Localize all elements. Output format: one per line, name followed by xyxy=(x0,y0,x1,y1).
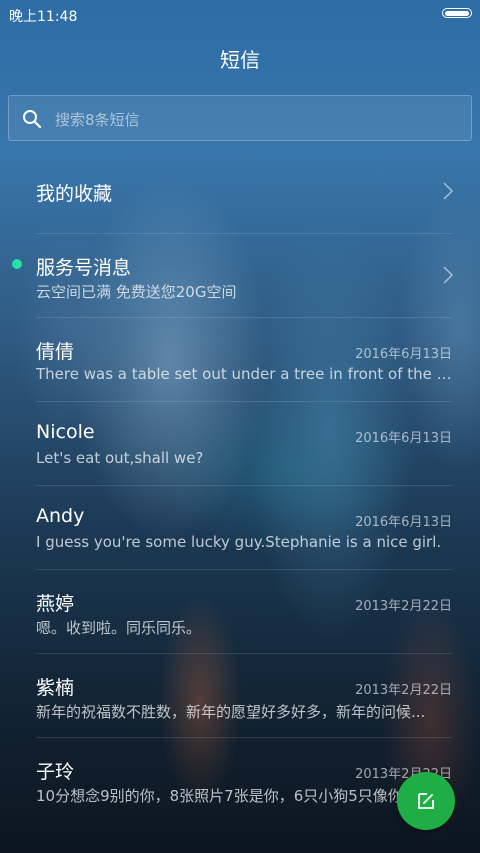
service-messages-row[interactable]: 服务号消息 云空间已满 免费送您20G空间 xyxy=(0,234,480,318)
favorites-row[interactable]: 我的收藏 xyxy=(0,150,480,234)
conversation-row[interactable]: 燕婷 2013年2月22日 嗯。收到啦。同乐同乐。 xyxy=(0,570,480,654)
status-bar: 晚上11:48 xyxy=(0,0,480,28)
conversation-name: Andy xyxy=(36,505,85,527)
conversation-name: 燕婷 xyxy=(36,593,75,615)
conversation-name: 紫楠 xyxy=(36,677,75,699)
battery-icon xyxy=(442,8,472,18)
conversation-date: 2016年6月13日 xyxy=(355,515,452,530)
conversation-preview: Let's eat out,shall we? xyxy=(36,449,204,467)
search-input[interactable]: 搜索8条短信 xyxy=(8,95,472,141)
conversation-preview: 云空间已满 免费送您20G空间 xyxy=(36,283,237,301)
conversation-date: 2013年2月22日 xyxy=(355,683,452,698)
search-placeholder: 搜索8条短信 xyxy=(55,111,140,129)
messages-screen: 晚上11:48 短信 搜索8条短信 我的收藏 服务号消息 云空间已满 免费送您2… xyxy=(0,0,480,853)
compose-icon xyxy=(418,793,434,809)
page-title: 短信 xyxy=(220,48,260,72)
chevron-right-icon xyxy=(443,182,454,200)
conversation-name: 子玲 xyxy=(36,761,75,783)
conversation-preview: 新年的祝福数不胜数，新年的愿望好多好多，新年的问候... xyxy=(36,703,426,721)
conversation-preview: I guess you're some lucky guy.Stephanie … xyxy=(36,533,442,551)
status-time: 晚上11:48 xyxy=(9,9,78,25)
conversation-preview: 10分想念9别的你，8张照片7张是你，6只小狗5只像你 xyxy=(36,787,403,805)
conversation-name: 倩倩 xyxy=(36,341,75,363)
conversation-row[interactable]: 倩倩 2016年6月13日 There was a table set out … xyxy=(0,318,480,402)
conversation-row[interactable]: Andy 2016年6月13日 I guess you're some luck… xyxy=(0,486,480,570)
conversation-date: 2016年6月13日 xyxy=(355,431,452,446)
conversation-preview: 嗯。收到啦。同乐同乐。 xyxy=(36,619,202,637)
conversation-preview: There was a table set out under a tree i… xyxy=(36,365,454,383)
search-icon xyxy=(23,110,42,129)
unread-dot xyxy=(12,259,22,269)
favorites-label: 我的收藏 xyxy=(36,183,113,205)
conversation-row[interactable]: 紫楠 2013年2月22日 新年的祝福数不胜数，新年的愿望好多好多，新年的问候.… xyxy=(0,654,480,738)
conversation-row[interactable]: Nicole 2016年6月13日 Let's eat out,shall we… xyxy=(0,402,480,486)
conversation-date: 2016年6月13日 xyxy=(355,347,452,362)
conversation-date: 2013年2月22日 xyxy=(355,599,452,614)
compose-button[interactable] xyxy=(397,772,455,830)
chevron-right-icon xyxy=(443,266,454,284)
conversation-title: 服务号消息 xyxy=(36,257,132,279)
conversation-name: Nicole xyxy=(36,421,95,443)
